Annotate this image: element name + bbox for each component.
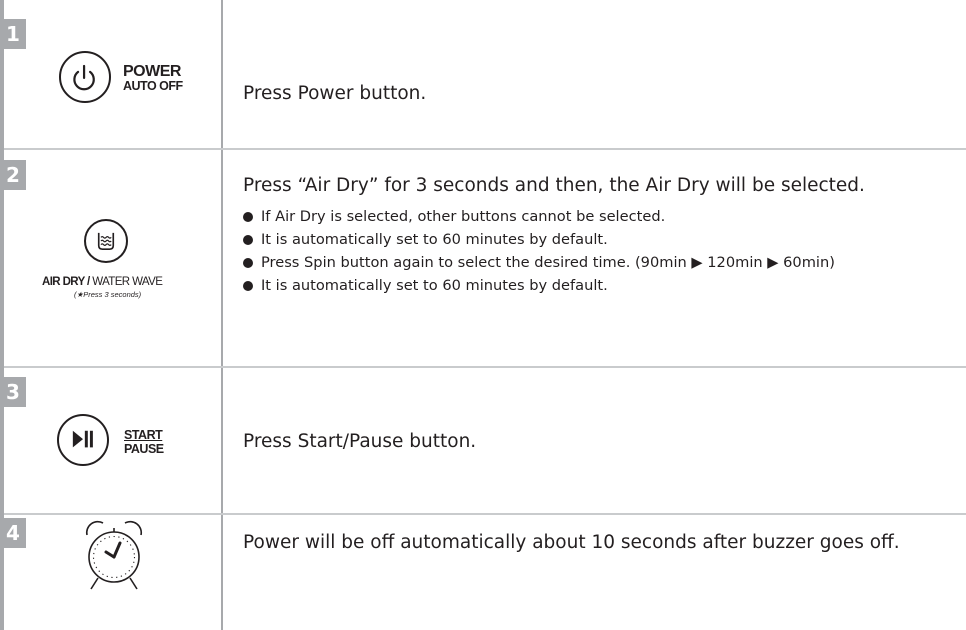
power-label: POWER <box>123 63 181 80</box>
step-number-badge: 1 <box>0 19 26 49</box>
list-item: It is automatically set to 60 minutes by… <box>243 274 835 297</box>
column-divider <box>221 0 223 630</box>
auto-off-label: AUTO OFF <box>123 79 183 93</box>
row-divider <box>0 148 966 150</box>
step-bullet-list: If Air Dry is selected, other buttons ca… <box>243 205 835 297</box>
list-item: If Air Dry is selected, other buttons ca… <box>243 205 835 228</box>
step-instruction: Power will be off automatically about 10… <box>243 532 900 553</box>
alarm-clock-icon <box>76 517 152 597</box>
power-icon <box>59 51 111 103</box>
bullet-icon <box>243 235 253 245</box>
air-dry-water-wave-label: AIR DRY / WATER WAVE <box>42 276 163 289</box>
pause-label: PAUSE <box>124 442 164 456</box>
bullet-icon <box>243 281 253 291</box>
step-number-badge: 4 <box>0 518 26 548</box>
step-instruction: Press Power button. <box>243 83 427 104</box>
row-divider <box>0 366 966 368</box>
bullet-icon <box>243 258 253 268</box>
water-wave-label: WATER WAVE <box>89 276 163 288</box>
bullet-icon <box>243 212 253 222</box>
step-number-badge: 2 <box>0 160 26 190</box>
step-number-badge: 3 <box>0 377 26 407</box>
air-dry-icon <box>84 219 128 263</box>
step-instruction: Press Start/Pause button. <box>243 431 477 452</box>
list-item: Press Spin button again to select the de… <box>243 251 835 274</box>
list-item: It is automatically set to 60 minutes by… <box>243 228 835 251</box>
press-3-seconds-note: (★Press 3 seconds) <box>74 290 142 299</box>
air-dry-label: AIR DRY / <box>42 276 90 288</box>
play-pause-icon <box>57 414 109 466</box>
start-label: START <box>124 428 163 442</box>
step-instruction: Press “Air Dry” for 3 seconds and then, … <box>243 175 865 196</box>
row-divider <box>0 513 966 515</box>
